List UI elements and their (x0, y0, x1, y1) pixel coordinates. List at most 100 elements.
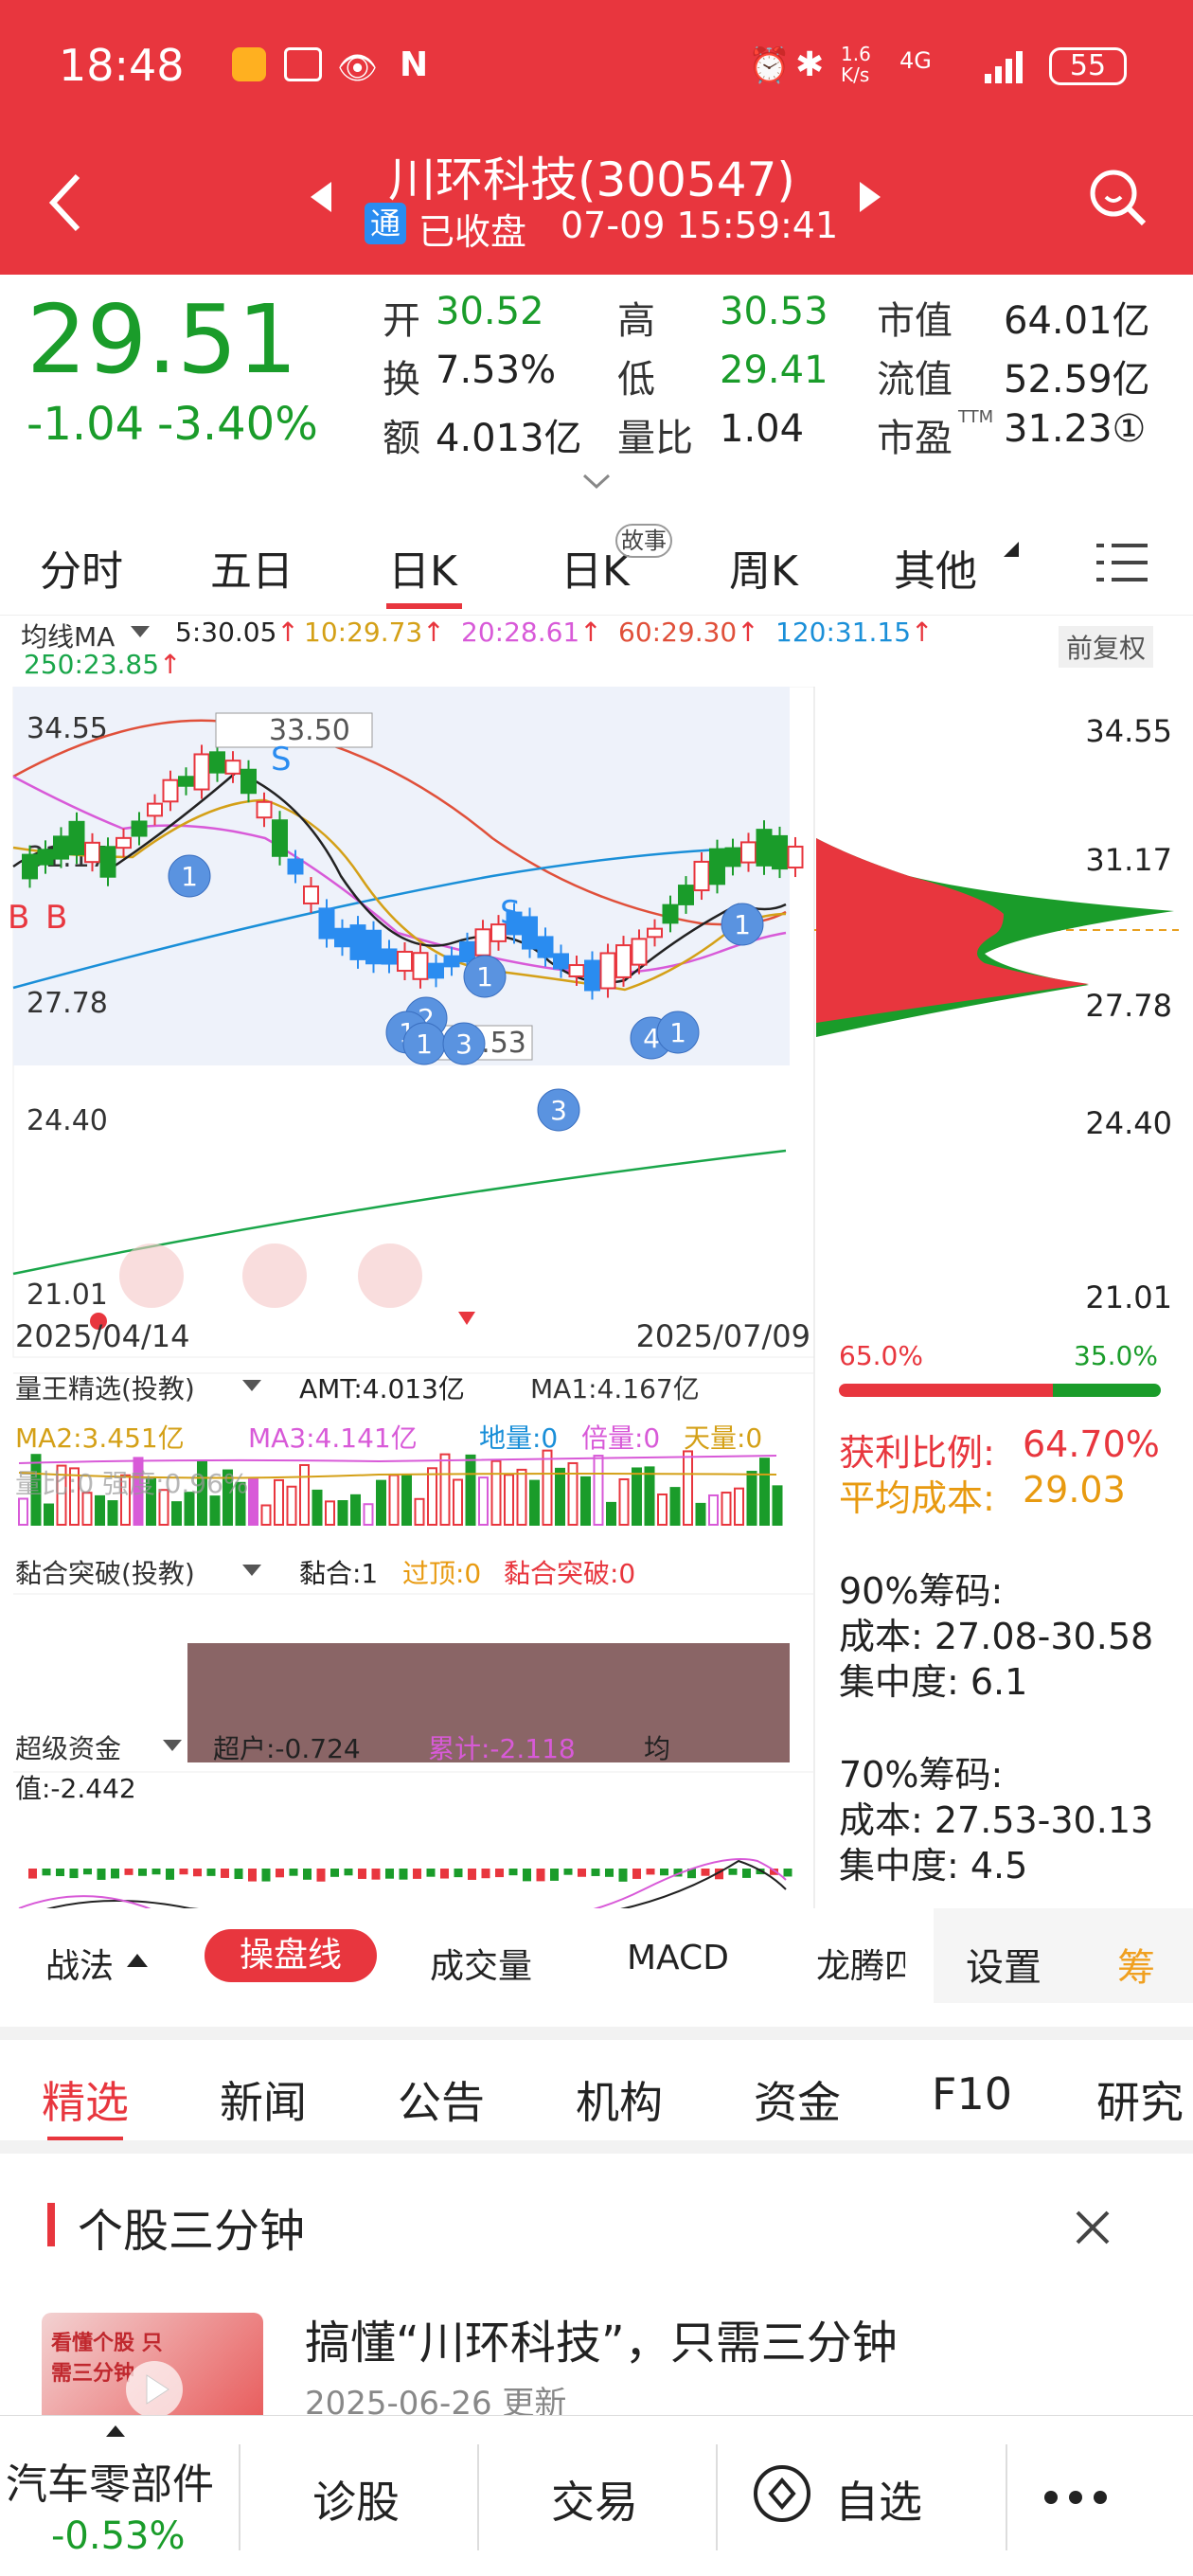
close-icon[interactable] (1074, 2209, 1112, 2246)
fund-bar (783, 1869, 792, 1877)
tab-4[interactable]: 周K (729, 537, 798, 598)
chip70-conc: 集中度: 4.5 (839, 1845, 1028, 1887)
play-icon[interactable] (123, 2358, 186, 2421)
candle (662, 903, 679, 924)
news-tab-4[interactable]: 资金 (754, 2068, 841, 2131)
stat-value: 52.59亿 (1004, 358, 1150, 402)
divider (239, 2444, 240, 2550)
volume-bar (683, 1450, 693, 1527)
fund-bar (523, 1869, 531, 1882)
volume-bar (746, 1471, 757, 1527)
news-tab-3[interactable]: 机构 (576, 2068, 663, 2131)
watchlist-button[interactable]: 自选 (835, 2468, 922, 2531)
fast-forward-icon[interactable] (119, 1243, 184, 1308)
next-stock-icon[interactable] (858, 180, 882, 214)
news-tab-2[interactable]: 公告 (398, 2068, 485, 2131)
candle (116, 836, 132, 850)
candle (349, 924, 366, 960)
sector-name[interactable]: 汽车零部件 (6, 2450, 214, 2511)
news-card[interactable]: 个股三分钟 看懂个股 只需三分钟 搞懂“川环科技”，只需三分钟 2025-06-… (0, 2140, 1193, 2426)
candle (678, 885, 694, 905)
fund-bar (303, 1869, 312, 1880)
fund-bar (151, 1869, 161, 1875)
volume-bar (427, 1467, 437, 1527)
tab-0[interactable]: 分时 (40, 537, 123, 598)
tab-5[interactable]: 其他 (894, 537, 977, 598)
vol-di: 地量:0 (479, 1422, 559, 1454)
card-headline[interactable]: 搞懂“川环科技”，只需三分钟 (305, 2305, 898, 2371)
more-icon[interactable] (1043, 2490, 1108, 2505)
volume-bar (542, 1449, 553, 1526)
trade-marker-S: S (500, 894, 521, 932)
fund-bar (399, 1869, 408, 1880)
nian-b: 过顶:0 (402, 1558, 482, 1589)
up-arrow-icon: ↑ (422, 617, 445, 648)
period-tabs: 分时 五日 日K 日K 周K 其他 故事 (0, 497, 1193, 616)
fund-bar (426, 1869, 436, 1877)
tab-macd[interactable]: MACD (627, 1939, 729, 1977)
ma-value-1: 10:29.73↑ (304, 617, 445, 648)
candle (474, 928, 491, 957)
candle (412, 952, 429, 980)
date-end: 2025/07/09 (636, 1318, 810, 1354)
back-icon[interactable] (47, 172, 85, 233)
tab-volume[interactable]: 成交量 (430, 1939, 532, 1988)
fund-indicator-name[interactable]: 超级资金 (15, 1728, 121, 1766)
candle (397, 950, 413, 973)
list-menu-icon[interactable] (1096, 540, 1149, 587)
expand-chevron-icon[interactable] (582, 474, 611, 491)
move-icon[interactable] (358, 1243, 422, 1308)
chips-button[interactable]: 筹 (1117, 1937, 1155, 1992)
candle (37, 849, 54, 866)
news-tab-6[interactable]: 研究 (1096, 2068, 1184, 2131)
stat-label: 开 (383, 299, 420, 343)
tab-2[interactable]: 日K (388, 537, 457, 598)
news-tab-1[interactable]: 新闻 (220, 2068, 307, 2131)
fund-dropdown-icon[interactable] (163, 1740, 182, 1753)
section-marker (47, 2203, 55, 2246)
fund-bar (42, 1869, 51, 1876)
vol-dropdown-icon[interactable] (242, 1380, 261, 1393)
adjust-button[interactable]: 前复权 (1059, 626, 1154, 668)
candle (365, 929, 382, 965)
tab-1[interactable]: 五日 (210, 537, 294, 598)
volume-bar (606, 1501, 616, 1527)
candle (147, 802, 163, 817)
nian-indicator-name[interactable]: 黏合突破(投教) (15, 1553, 195, 1591)
volume-bar (657, 1493, 668, 1526)
candle (740, 841, 757, 864)
y-tick-label-left: 24.40 (27, 1104, 108, 1137)
prev-stock-icon[interactable] (309, 180, 333, 214)
vol-indicator-name[interactable]: 量王精选(投教) (15, 1368, 195, 1406)
candle (162, 778, 179, 803)
tactic-up-icon (127, 1954, 148, 1967)
video-thumbnail[interactable]: 看懂个股 只需三分钟 (42, 2313, 263, 2426)
candle (599, 952, 616, 990)
diagnose-button[interactable]: 诊股 (312, 2468, 400, 2531)
watchlist-icon[interactable] (752, 2463, 812, 2524)
candle (459, 940, 475, 963)
volume-bar (695, 1502, 706, 1527)
quote-panel: 29.51 -1.04 -3.40% 开 30.52 高 30.53 市值 64.01亿换… (0, 275, 1193, 497)
tab-longteng[interactable]: 龙腾四 (816, 1939, 905, 1988)
stat-label: 市盈 (877, 417, 953, 460)
ma-value-5: 250:23.85↑ (24, 649, 182, 680)
fund-bar (454, 1869, 463, 1878)
copy-icon[interactable] (242, 1243, 307, 1308)
candle (240, 768, 257, 795)
news-tab-0[interactable]: 精选 (42, 2068, 129, 2131)
volume-bar (286, 1485, 297, 1527)
news-tab-5[interactable]: F10 (932, 2068, 1012, 2120)
tactic-tab[interactable]: 战法 (45, 1939, 114, 1988)
ma-value-4: 120:31.15↑ (775, 617, 934, 648)
fund-bar (179, 1869, 188, 1875)
fund-bar (111, 1869, 119, 1879)
volume-bar (529, 1479, 540, 1526)
fund-bar (276, 1869, 284, 1878)
trade-button[interactable]: 交易 (551, 2468, 638, 2531)
ma-dropdown-icon[interactable] (131, 626, 150, 639)
search-icon[interactable] (1087, 167, 1149, 229)
nian-dropdown-icon[interactable] (242, 1565, 261, 1578)
settings-button[interactable]: 设置 (966, 1937, 1042, 1992)
tab-caopanxian[interactable]: 操盘线 (205, 1929, 377, 1982)
